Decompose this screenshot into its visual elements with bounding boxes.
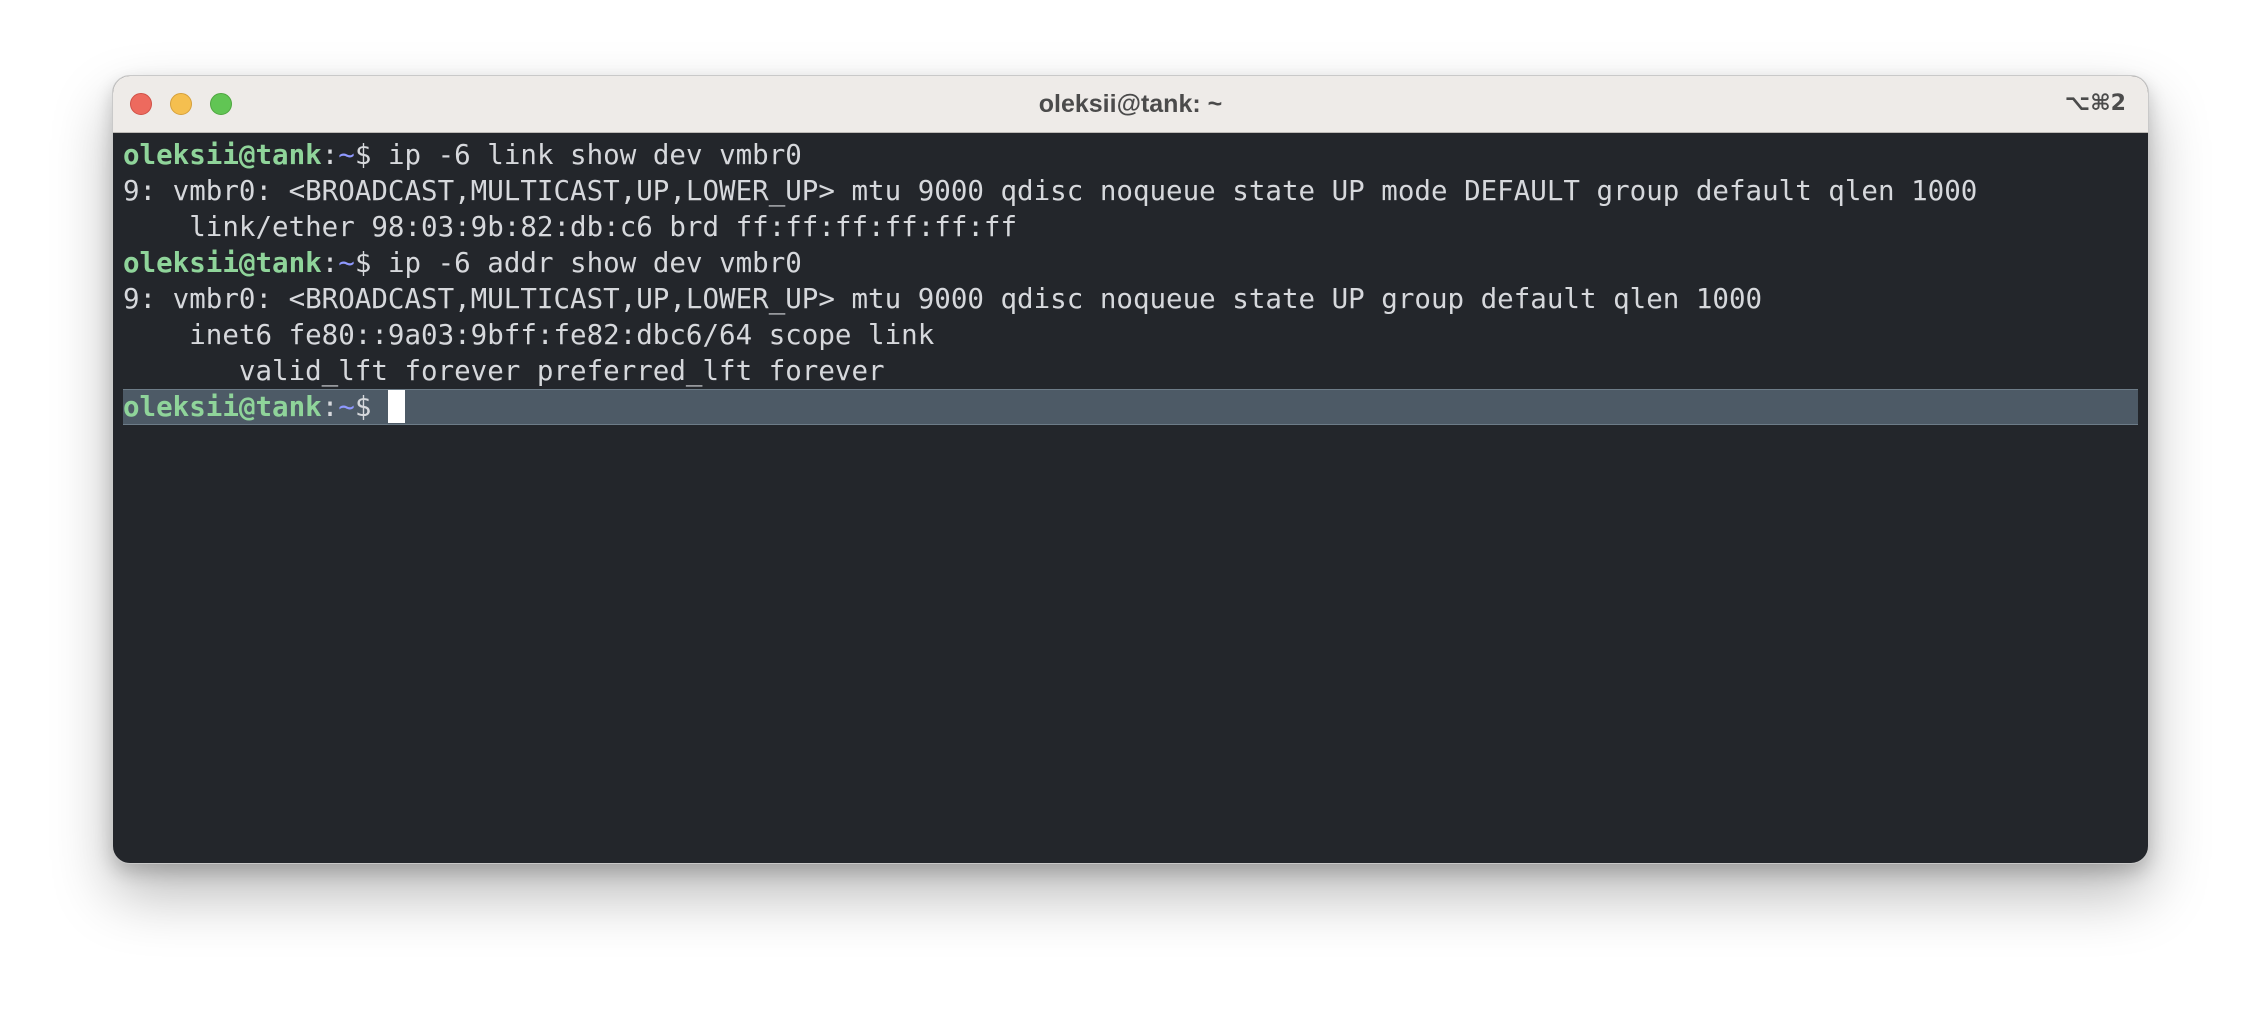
terminal-line-prompt: oleksii@tank:~$ ip -6 addr show dev vmbr… (123, 245, 2138, 281)
prompt-path: ~ (338, 139, 355, 171)
text-cursor (387, 389, 405, 423)
terminal-active-line[interactable]: oleksii@tank:~$ (123, 389, 2138, 425)
prompt-user: oleksii@tank (123, 391, 322, 423)
command-text: ip -6 link show dev vmbr0 (387, 139, 802, 171)
prompt-path: ~ (338, 247, 355, 279)
prompt-user: oleksii@tank (123, 247, 322, 279)
terminal-output-line: 9: vmbr0: <BROADCAST,MULTICAST,UP,LOWER_… (123, 175, 1978, 207)
window-shortcut: ⌥⌘2 (2064, 91, 2126, 116)
terminal-output-line: link/ether 98:03:9b:82:db:c6 brd ff:ff:f… (123, 211, 1018, 243)
prompt-dollar: $ (354, 391, 372, 423)
prompt-path: ~ (338, 391, 355, 423)
terminal-output-line: inet6 fe80::9a03:9bff:fe82:dbc6/64 scope… (123, 319, 935, 351)
terminal-content[interactable]: oleksii@tank:~$ ip -6 link show dev vmbr… (123, 137, 2138, 425)
window-title: oleksii@tank: ~ (1038, 90, 1223, 118)
prompt-dollar: $ (354, 139, 372, 171)
terminal-output-line: valid_lft forever preferred_lft forever (123, 355, 885, 387)
prompt-dollar: $ (354, 247, 372, 279)
terminal-line-prompt: oleksii@tank:~$ ip -6 link show dev vmbr… (123, 137, 2138, 173)
command-text: ip -6 addr show dev vmbr0 (387, 247, 802, 279)
prompt-colon: : (321, 247, 339, 279)
prompt-colon: : (321, 139, 339, 171)
terminal-window: oleksii@tank: ~ ⌥⌘2 oleksii@tank:~$ ip -… (112, 75, 2149, 864)
terminal-output-line: 9: vmbr0: <BROADCAST,MULTICAST,UP,LOWER_… (123, 283, 1763, 315)
prompt-colon: : (321, 391, 339, 423)
prompt-user: oleksii@tank (123, 139, 322, 171)
title-bar[interactable]: oleksii@tank: ~ ⌥⌘2 (113, 76, 2148, 133)
